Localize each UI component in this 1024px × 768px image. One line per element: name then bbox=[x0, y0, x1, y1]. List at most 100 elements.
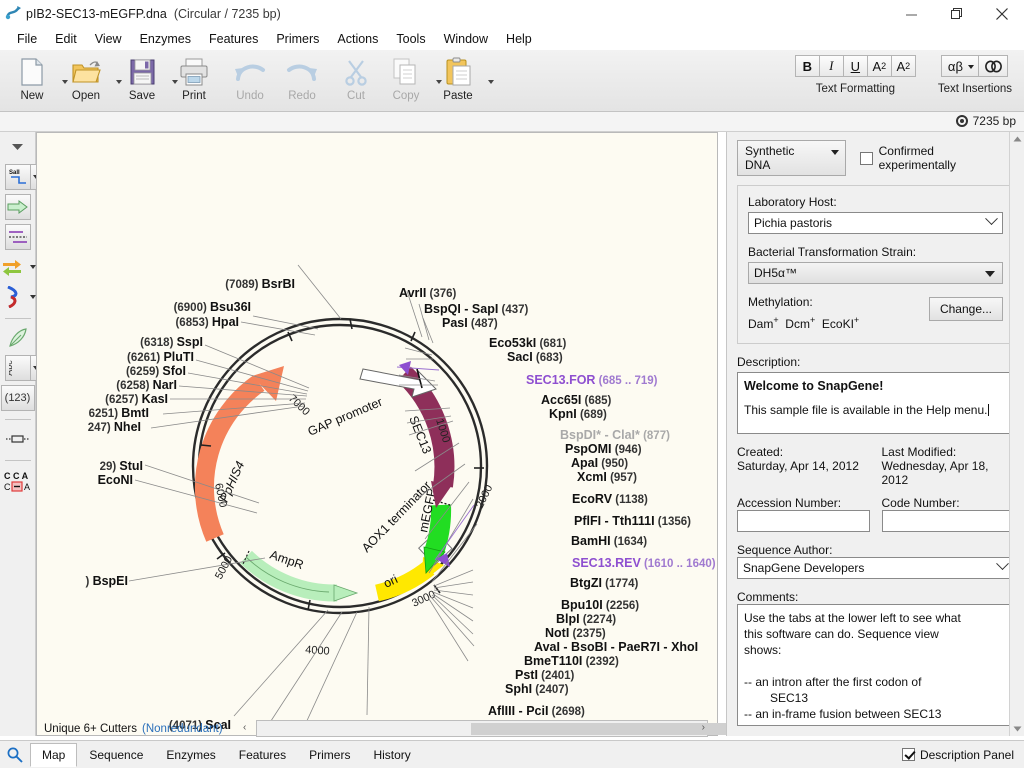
snapgene-icon bbox=[0, 5, 26, 23]
svg-text:(6258) NarI: (6258) NarI bbox=[116, 378, 177, 392]
dna-type-value: Synthetic DNA bbox=[745, 144, 795, 172]
map-horizontal-scrollbar[interactable]: ‹ › bbox=[243, 720, 805, 737]
svg-text:C C A: C C A bbox=[4, 471, 29, 481]
undo-button[interactable]: Undo bbox=[224, 50, 276, 110]
open-folder-icon bbox=[71, 55, 101, 89]
lab-host-select[interactable]: Pichia pastoris bbox=[748, 212, 1003, 234]
close-icon[interactable] bbox=[979, 0, 1024, 28]
title-bar: pIB2-SEC13-mEGFP.dna (Circular / 7235 bp… bbox=[0, 0, 1024, 28]
new-button[interactable]: New bbox=[6, 50, 58, 110]
text-insertions-group: αβ Text Insertions bbox=[938, 55, 1012, 95]
svg-text:(6853) HpaI: (6853) HpaI bbox=[175, 315, 239, 329]
svg-text:5000: 5000 bbox=[213, 554, 235, 581]
maximize-icon[interactable] bbox=[934, 0, 979, 28]
menu-help[interactable]: Help bbox=[497, 30, 541, 48]
menu-features[interactable]: Features bbox=[200, 30, 267, 48]
scroll-right-icon[interactable]: › bbox=[702, 722, 705, 733]
tab-features[interactable]: Features bbox=[228, 744, 297, 766]
panel-scroll-up-icon[interactable] bbox=[1010, 134, 1024, 144]
menu-file[interactable]: File bbox=[8, 30, 46, 48]
comments-textbox[interactable]: Use the tabs at the lower left to see wh… bbox=[737, 604, 1014, 726]
svg-text:(6259) SfoI: (6259) SfoI bbox=[126, 364, 186, 378]
floppy-disk-icon bbox=[129, 55, 156, 89]
subscript-button[interactable]: A2 bbox=[890, 55, 916, 77]
accession-input[interactable] bbox=[737, 510, 870, 532]
printer-icon bbox=[179, 55, 209, 89]
description-panel-toggle[interactable]: Description Panel bbox=[901, 747, 1024, 762]
tab-enzymes[interactable]: Enzymes bbox=[155, 744, 226, 766]
greek-letters-button[interactable]: αβ bbox=[941, 55, 980, 77]
save-button[interactable]: Save bbox=[116, 50, 168, 110]
description-panel: Synthetic DNA Confirmed experimentally L… bbox=[726, 132, 1024, 736]
copy-button[interactable]: Copy bbox=[380, 50, 432, 110]
panel-vertical-scrollbar[interactable] bbox=[1009, 132, 1024, 736]
tab-sequence[interactable]: Sequence bbox=[78, 744, 154, 766]
menu-primers[interactable]: Primers bbox=[267, 30, 328, 48]
chevron-down-icon[interactable] bbox=[3, 134, 33, 160]
comments-line: -- an intron after the first codon of bbox=[744, 675, 922, 689]
created-label: Created: bbox=[737, 445, 784, 459]
description-panel-checkbox[interactable] bbox=[901, 748, 915, 761]
paste-dropdown-icon[interactable] bbox=[484, 50, 497, 110]
half-circle-icon[interactable] bbox=[0, 284, 27, 310]
strain-select[interactable]: DH5α™ bbox=[748, 262, 1003, 284]
cut-button[interactable]: Cut bbox=[330, 50, 382, 110]
description-textbox[interactable]: Welcome to SnapGene! This sample file is… bbox=[737, 372, 1014, 434]
green-arrow-icon[interactable] bbox=[4, 194, 31, 220]
bold-button[interactable]: B bbox=[794, 55, 820, 77]
cca-codon-icon[interactable]: C C AC A bbox=[3, 467, 33, 497]
redo-button[interactable]: Redo bbox=[276, 50, 328, 110]
tab-primers[interactable]: Primers bbox=[298, 744, 361, 766]
snapgene-window: pIB2-SEC13-mEGFP.dna (Circular / 7235 bp… bbox=[0, 0, 1024, 768]
svg-text:AvaI - BsoBI - PaeR7I - XhoI: AvaI - BsoBI - PaeR7I - XhoI bbox=[534, 640, 698, 654]
superscript-button[interactable]: A2 bbox=[866, 55, 892, 77]
menu-enzymes[interactable]: Enzymes bbox=[131, 30, 200, 48]
code-input[interactable] bbox=[881, 510, 1014, 532]
toolbar-divider-2 bbox=[4, 419, 31, 420]
author-value: SnapGene Developers bbox=[743, 561, 865, 575]
print-button[interactable]: Print bbox=[168, 50, 220, 110]
tab-map[interactable]: Map bbox=[30, 742, 78, 767]
cut-label: Cut bbox=[347, 90, 365, 102]
underline-button[interactable]: U bbox=[842, 55, 868, 77]
123-icon[interactable]: (123) bbox=[0, 385, 35, 411]
svg-text:7000: 7000 bbox=[286, 393, 312, 419]
link-icon[interactable] bbox=[978, 55, 1009, 77]
menu-edit[interactable]: Edit bbox=[46, 30, 86, 48]
menu-view[interactable]: View bbox=[86, 30, 131, 48]
confirmed-experimentally-checkbox[interactable] bbox=[859, 151, 873, 165]
cutter-filter-bar[interactable]: Unique 6+ Cutters (Nonredundant) bbox=[44, 720, 258, 737]
confirmed-experimentally-label: Confirmed experimentally bbox=[878, 144, 956, 172]
svg-text:BtgZI (1774): BtgZI (1774) bbox=[570, 576, 639, 590]
open-button[interactable]: Open bbox=[60, 50, 112, 110]
modified-value: Wednesday, Apr 18, 2012 bbox=[881, 459, 989, 487]
menu-actions[interactable]: Actions bbox=[328, 30, 387, 48]
description-panel-label: Description Panel bbox=[919, 747, 1014, 762]
ruler-icon[interactable] bbox=[3, 426, 33, 452]
author-select[interactable]: SnapGene Developers bbox=[737, 557, 1014, 579]
two-arrows-icon[interactable] bbox=[0, 254, 27, 280]
window-title: pIB2-SEC13-mEGFP.dna bbox=[26, 7, 167, 21]
panel-scroll-down-icon[interactable] bbox=[1010, 724, 1024, 734]
minimize-icon[interactable] bbox=[889, 0, 934, 28]
tab-history[interactable]: History bbox=[362, 744, 421, 766]
confirmed-experimentally-row[interactable]: Confirmed experimentally bbox=[859, 144, 1014, 172]
svg-text:AflIII - PciI (2698): AflIII - PciI (2698) bbox=[488, 704, 585, 718]
svg-text:SEC13.REV (1610 .. 1640): SEC13.REV (1610 .. 1640) bbox=[572, 556, 716, 570]
menu-window[interactable]: Window bbox=[435, 30, 497, 48]
sali-enzyme-icon[interactable]: SalI bbox=[4, 164, 31, 190]
menu-tools[interactable]: Tools bbox=[387, 30, 434, 48]
plasmid-map-view[interactable]: .enz { font-size: 12.5px; font-weight: b… bbox=[36, 132, 718, 736]
magnifier-icon[interactable] bbox=[0, 747, 30, 763]
pen-icon[interactable] bbox=[3, 325, 33, 351]
paste-button[interactable]: Paste bbox=[432, 50, 484, 110]
change-methylation-button[interactable]: Change... bbox=[928, 297, 1003, 321]
comments-line: this software can do. Sequence view bbox=[744, 627, 939, 641]
abc-icon[interactable]: Abc bbox=[4, 355, 31, 381]
dna-type-dropdown[interactable]: Synthetic DNA bbox=[737, 140, 846, 176]
cutter-filter-note: (Nonredundant) bbox=[142, 722, 223, 735]
italic-button[interactable]: I bbox=[818, 55, 844, 77]
scroll-left-icon[interactable]: ‹ bbox=[243, 722, 246, 733]
primer-lines-icon[interactable] bbox=[4, 224, 31, 250]
text-formatting-group: B I U A2 A2 Text Formatting bbox=[794, 55, 916, 95]
